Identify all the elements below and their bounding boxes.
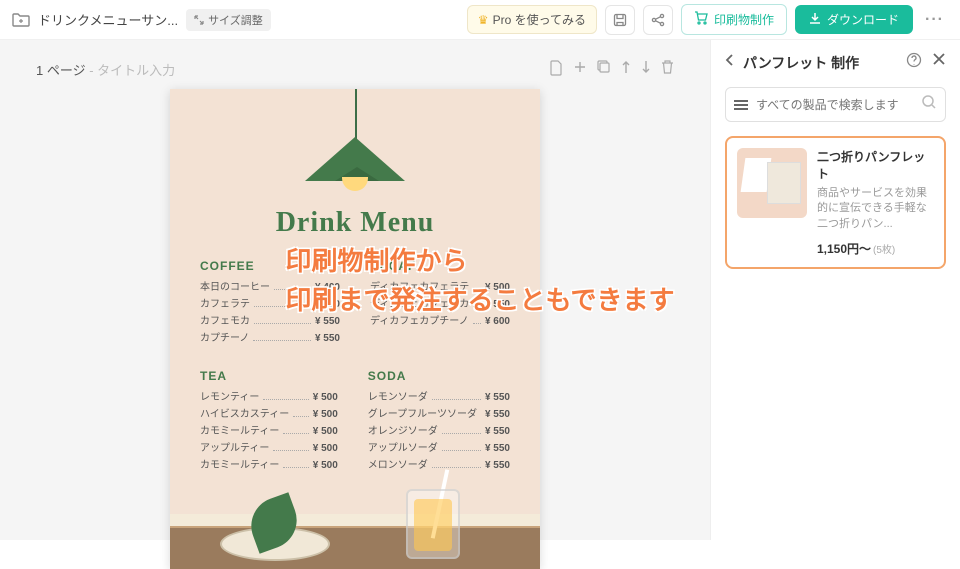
search-icon[interactable]	[921, 94, 937, 115]
pro-label: Pro を使ってみる	[493, 11, 586, 28]
design-page[interactable]: Drink Menu COFFEE 本日のコーヒー¥ 400カフェラテ¥ 500…	[170, 89, 540, 569]
overlay-line-2: 印刷まで発注することもできます	[286, 281, 675, 320]
lamp-shade	[305, 137, 405, 181]
download-button[interactable]: ダウンロード	[795, 5, 913, 34]
menu-item: アップルティー¥ 500	[200, 440, 338, 457]
search-input[interactable]	[756, 98, 913, 112]
filter-icon[interactable]	[734, 100, 748, 110]
page-notes-icon[interactable]	[549, 60, 563, 79]
print-production-button[interactable]: 印刷物制作	[681, 4, 787, 35]
document-title[interactable]: ドリンクメニューサン...	[38, 10, 178, 29]
close-sidebar-icon[interactable]	[932, 52, 946, 73]
cart-icon	[694, 11, 708, 28]
menu-section-tea: TEA レモンティー¥ 500ハイビスカスティー¥ 500カモミールティー¥ 5…	[200, 369, 338, 474]
share-button[interactable]	[643, 5, 673, 35]
menu-item: グレープフルーツソーダ¥ 550	[368, 406, 510, 423]
menu-item: オレンジソーダ¥ 550	[368, 423, 510, 440]
help-icon[interactable]	[906, 52, 922, 73]
right-sidebar: パンフレット 制作 二つ折りパンフレット 商品やサービスを効果的に宣伝できる手軽…	[710, 40, 960, 540]
move-up-icon[interactable]	[621, 60, 631, 79]
lamp-cord	[355, 89, 357, 139]
save-button[interactable]	[605, 5, 635, 35]
page-title-hint: - タイトル入力	[86, 63, 176, 78]
size-adjust-label: サイズ調整	[208, 12, 263, 28]
overlay-line-1: 印刷物制作から	[286, 242, 675, 281]
crown-icon: ♛	[478, 13, 489, 27]
download-label: ダウンロード	[827, 11, 899, 28]
sidebar-title: パンフレット 制作	[743, 53, 859, 73]
sidebar-search[interactable]	[725, 87, 946, 122]
product-title: 二つ折りパンフレット	[817, 148, 934, 182]
size-adjust-button[interactable]: サイズ調整	[186, 9, 271, 31]
folder-icon[interactable]	[12, 12, 30, 28]
menu-item: レモンソーダ¥ 550	[368, 389, 510, 406]
glass-illustration	[406, 489, 460, 559]
product-thumbnail	[737, 148, 807, 218]
print-label: 印刷物制作	[714, 11, 774, 28]
menu-item: レモンティー¥ 500	[200, 389, 338, 406]
menu-section-soda: SODA レモンソーダ¥ 550グレープフルーツソーダ¥ 550オレンジソーダ¥…	[368, 369, 510, 474]
add-page-icon[interactable]	[573, 60, 587, 79]
menu-item: ハイビスカスティー¥ 500	[200, 406, 338, 423]
more-button[interactable]: ···	[921, 11, 948, 29]
page-toolbar: 1 ページ - タイトル入力	[30, 60, 680, 79]
delete-page-icon[interactable]	[661, 60, 674, 79]
menu-title: Drink Menu	[170, 207, 540, 239]
menu-item: カモミールティー¥ 500	[200, 423, 338, 440]
menu-item: メロンソーダ¥ 550	[368, 457, 510, 474]
product-description: 商品やサービスを効果的に宣伝できる手軽な二つ折りパン...	[817, 186, 934, 232]
pro-button[interactable]: ♛ Pro を使ってみる	[467, 5, 597, 34]
menu-item: カモミールティー¥ 500	[200, 457, 338, 474]
page-number: 1 ページ	[36, 63, 86, 78]
duplicate-page-icon[interactable]	[597, 60, 611, 79]
download-icon	[809, 12, 821, 27]
sidebar-back-icon[interactable]	[725, 53, 735, 72]
menu-item: カプチーノ¥ 550	[200, 330, 340, 347]
tea-heading: TEA	[200, 369, 338, 383]
move-down-icon[interactable]	[641, 60, 651, 79]
top-bar: ドリンクメニューサン... サイズ調整 ♛ Pro を使ってみる 印刷物制作 ダ…	[0, 0, 960, 40]
soda-heading: SODA	[368, 369, 510, 383]
product-price: 1,150円〜(5枚)	[817, 240, 934, 257]
annotation-overlay: 印刷物制作から 印刷まで発注することもできます	[286, 242, 675, 320]
page-label[interactable]: 1 ページ - タイトル入力	[36, 60, 175, 79]
lamp-bulb	[342, 177, 368, 191]
menu-item: アップルソーダ¥ 550	[368, 440, 510, 457]
product-card[interactable]: 二つ折りパンフレット 商品やサービスを効果的に宣伝できる手軽な二つ折りパン...…	[725, 136, 946, 269]
